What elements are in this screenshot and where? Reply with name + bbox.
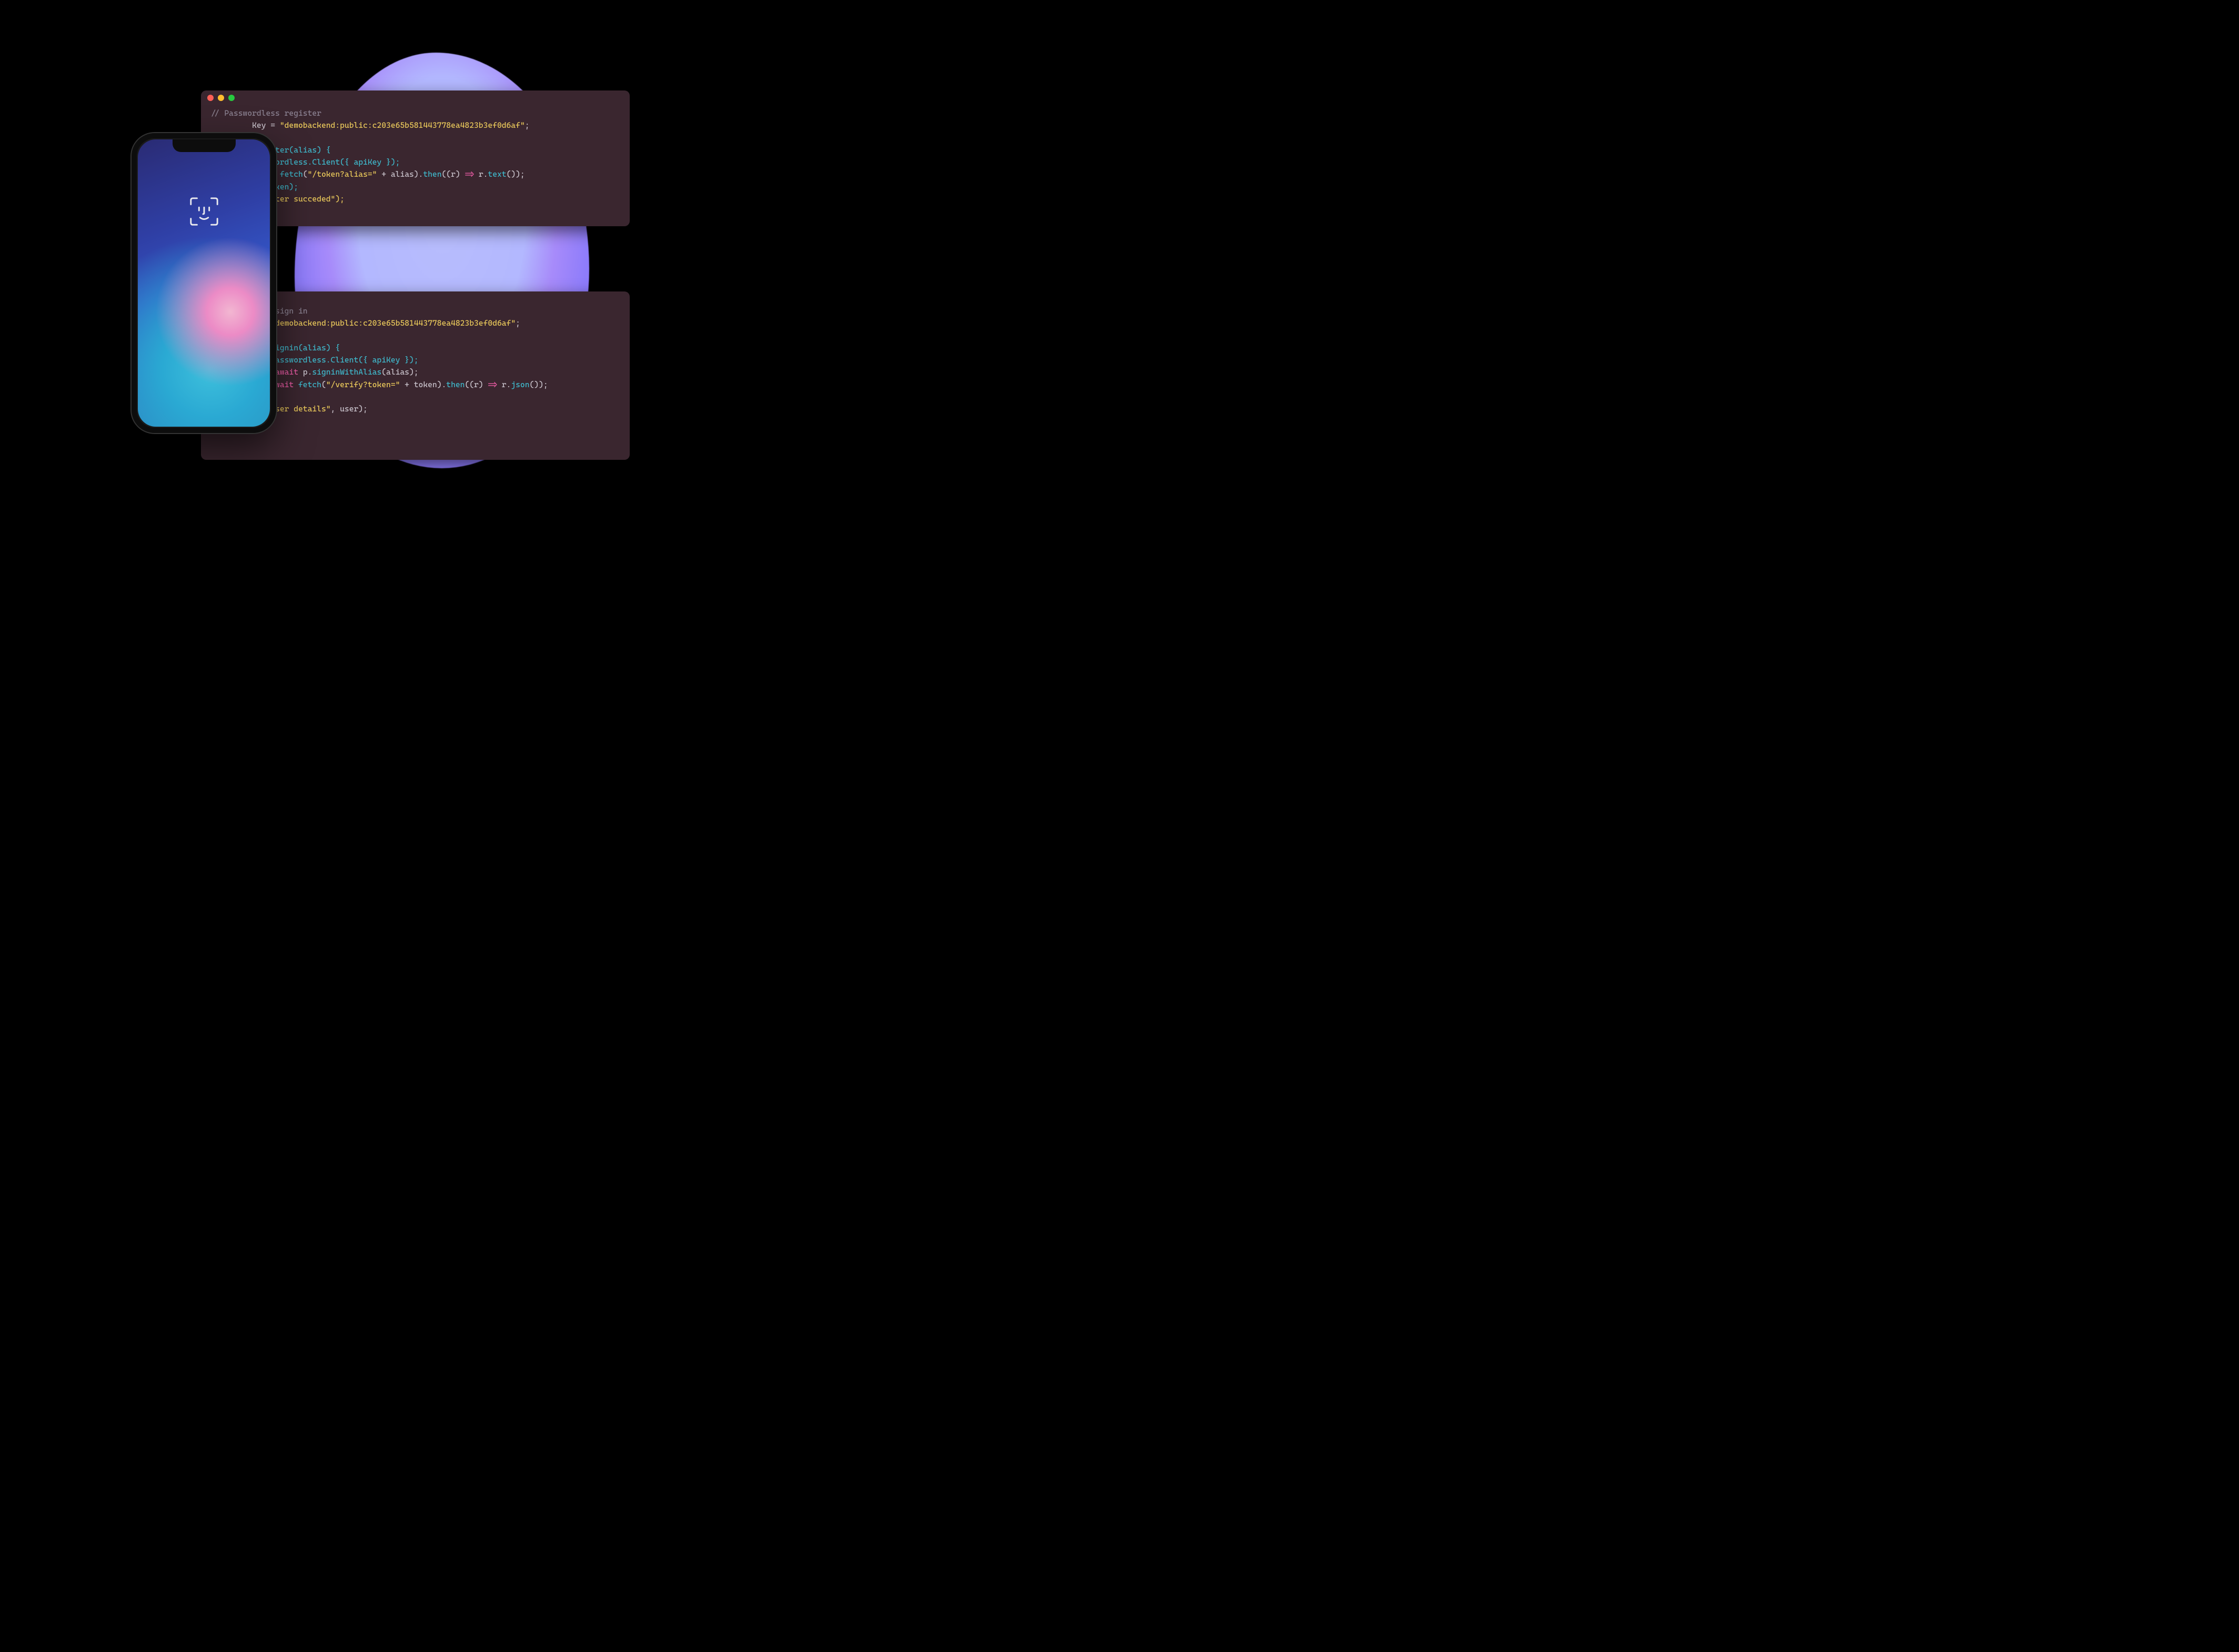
window-maximize-icon[interactable] [228,95,235,101]
code-text: Key = [252,120,280,130]
faceid-icon [188,195,220,228]
phone-mockup [132,133,276,433]
phone-screen [138,139,270,427]
code-string: "/verify?token=" [326,380,400,389]
code-text: Passwordless.Client({ apiKey }); [266,355,418,365]
api-key-value: demobackend:public:c203e65b581443778ea48… [285,120,520,130]
window-minimize-icon[interactable] [218,95,224,101]
code-string: "/token?alias=" [308,169,377,179]
code-func: fetch [298,380,321,389]
code-func: signinWithAlias [312,367,381,377]
api-key-value: demobackend:public:c203e65b581443778ea48… [275,318,511,328]
window-titlebar [201,90,630,105]
code-func: fetch [280,169,303,179]
code-keyword: await [275,367,298,377]
window-close-icon[interactable] [207,95,214,101]
code-comment: // Passwordless register [210,108,321,118]
phone-notch [173,139,236,152]
